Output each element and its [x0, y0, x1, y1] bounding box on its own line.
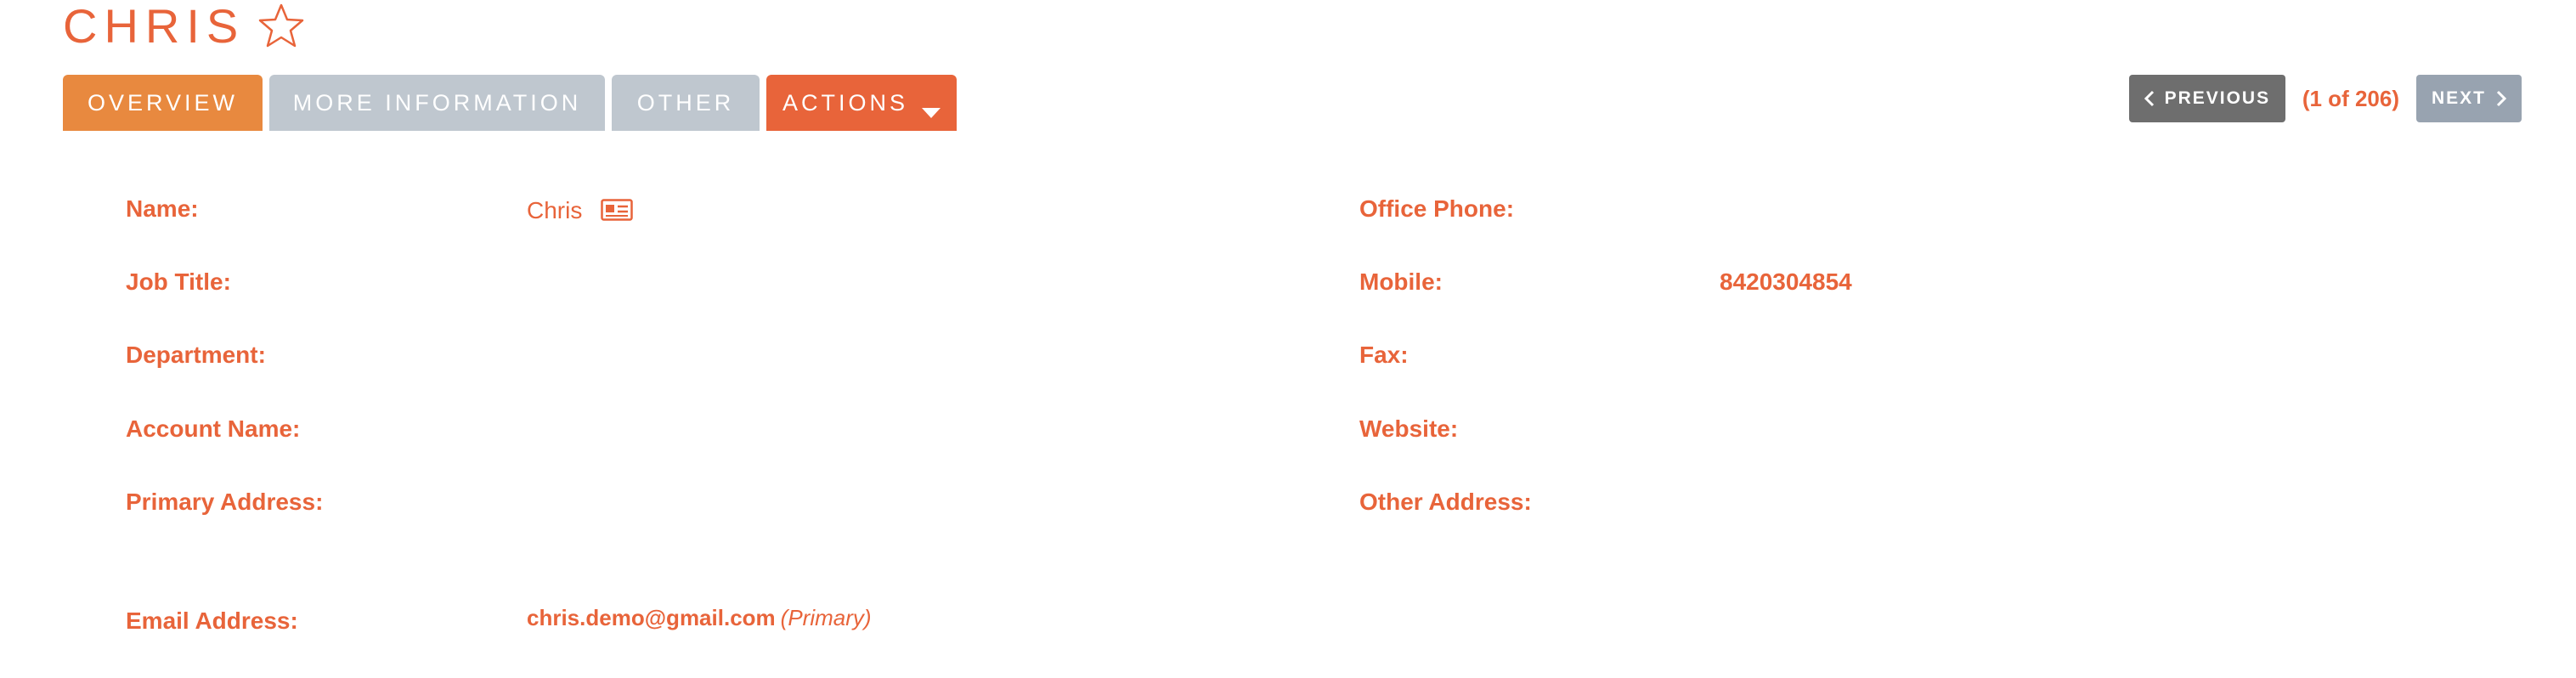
department-label: Department:	[126, 342, 266, 368]
email-address-value: chris.demo@gmail.com (Primary)	[527, 604, 872, 631]
tab-more-information[interactable]: MORE INFORMATION	[269, 75, 605, 131]
record-title-text: CHRIS	[63, 0, 246, 53]
mobile-label: Mobile:	[1359, 268, 1443, 295]
record-counter: (1 of 206)	[2302, 85, 2399, 111]
record-detail-page: CHRIS OVERVIEW MORE INFORMATION OTHER AC…	[0, 0, 2576, 678]
name-label: Name:	[126, 195, 199, 222]
caret-down-icon	[922, 98, 941, 118]
account-name-label: Account Name:	[126, 415, 301, 442]
detail-tabs: OVERVIEW MORE INFORMATION OTHER ACTIONS	[63, 75, 957, 131]
star-icon[interactable]	[255, 0, 308, 53]
name-value-text: Chris	[527, 197, 583, 223]
previous-label: PREVIOUS	[2164, 88, 2271, 108]
tab-more-information-label: MORE INFORMATION	[292, 89, 582, 116]
name-value: Chris	[527, 197, 634, 224]
other-address-label: Other Address:	[1359, 489, 1532, 515]
record-title: CHRIS	[63, 0, 308, 53]
previous-button[interactable]: PREVIOUS	[2128, 75, 2285, 122]
actions-label: ACTIONS	[782, 89, 909, 116]
tab-other-label: OTHER	[636, 89, 735, 116]
actions-dropdown-button[interactable]: ACTIONS	[766, 75, 957, 131]
email-address-label: Email Address:	[126, 607, 298, 634]
next-label: NEXT	[2432, 88, 2487, 108]
chevron-left-icon	[2144, 90, 2155, 107]
vcard-icon[interactable]	[601, 199, 634, 221]
mobile-value[interactable]: 8420304854	[1720, 268, 1852, 296]
fax-label: Fax:	[1359, 342, 1409, 368]
next-button[interactable]: NEXT	[2416, 75, 2522, 122]
record-pagination: PREVIOUS (1 of 206) NEXT	[2128, 75, 2522, 122]
primary-address-label: Primary Address:	[126, 489, 324, 515]
website-label: Website:	[1359, 415, 1459, 442]
tab-overview[interactable]: OVERVIEW	[63, 75, 263, 131]
tab-overview-label: OVERVIEW	[87, 89, 239, 116]
email-primary-tag: (Primary)	[780, 605, 872, 630]
job-title-label: Job Title:	[126, 268, 231, 295]
tab-other[interactable]: OTHER	[612, 75, 760, 131]
chevron-right-icon	[2496, 90, 2507, 107]
email-link[interactable]: chris.demo@gmail.com	[527, 605, 776, 630]
office-phone-label: Office Phone:	[1359, 195, 1515, 222]
